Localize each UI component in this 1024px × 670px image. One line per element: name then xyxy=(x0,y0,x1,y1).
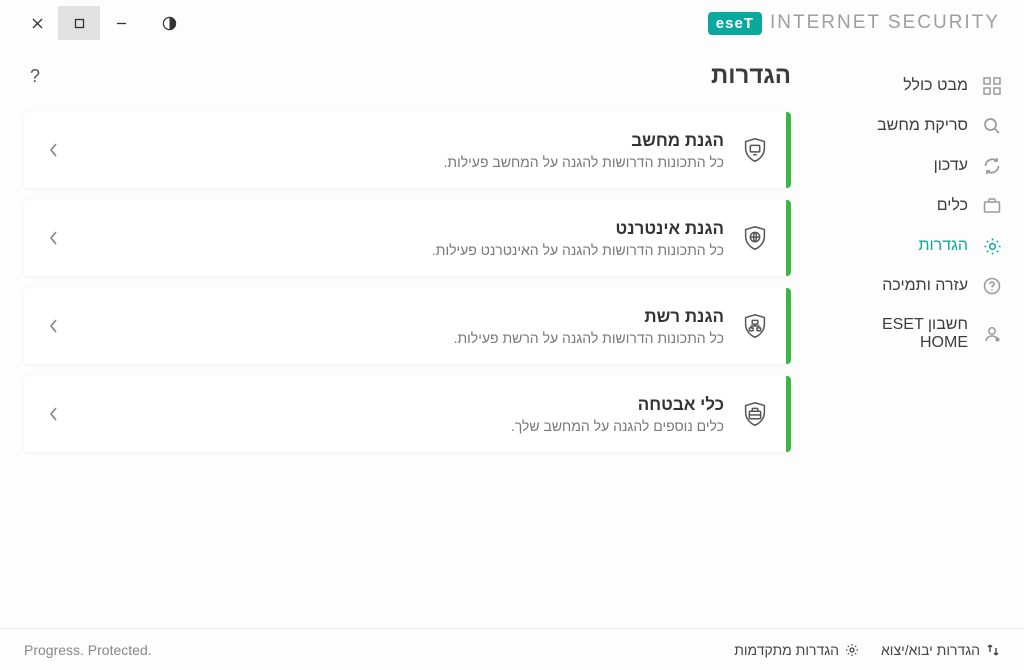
contrast-toggle[interactable] xyxy=(148,6,190,40)
sidebar-item-label: סריקת מחשב xyxy=(877,117,968,135)
import-export-icon xyxy=(986,643,1000,657)
brand-logo: eseT xyxy=(708,12,762,35)
chevron-left-icon xyxy=(24,318,84,334)
brand-name: INTERNET SECURITY xyxy=(770,12,1000,34)
gear-icon xyxy=(845,643,859,657)
sidebar-item-settings[interactable]: הגדרות xyxy=(809,226,1024,266)
brand: eseT INTERNET SECURITY xyxy=(708,12,1024,35)
card-internet-protection[interactable]: הגנת אינטרנט כל התכונות הדרושות להגנה על… xyxy=(24,200,791,276)
footer-link-label: הגדרות יבוא/יצוא xyxy=(881,642,980,658)
minimize-button[interactable] xyxy=(100,6,142,40)
sidebar-item-label: עדכון xyxy=(934,157,968,175)
sidebar-item-label: עזרה ותמיכה xyxy=(882,277,968,295)
card-title: הגנת אינטרנט xyxy=(84,219,724,239)
card-computer-protection[interactable]: הגנת מחשב כל התכונות הדרושות להגנה על המ… xyxy=(24,112,791,188)
footer-tagline: Progress. Protected. xyxy=(24,642,152,658)
footer-import-export[interactable]: הגדרות יבוא/יצוא xyxy=(881,642,1000,658)
card-desc: כלים נוספים להגנה על המחשב שלך. xyxy=(84,418,724,434)
window-controls xyxy=(16,6,142,40)
card-desc: כל התכונות הדרושות להגנה על האינטרנט פעי… xyxy=(84,242,724,258)
card-security-tools[interactable]: כלי אבטחה כלים נוספים להגנה על המחשב שלך… xyxy=(24,376,791,452)
card-network-protection[interactable]: הגנת רשת כל התכונות הדרושות להגנה על הרש… xyxy=(24,288,791,364)
content-header: הגדרות ? xyxy=(24,62,791,90)
card-desc: כל התכונות הדרושות להגנה על הרשת פעילות. xyxy=(84,330,724,346)
sidebar-item-account[interactable]: חשבון ESET HOME xyxy=(809,306,1024,362)
sidebar: מבט כולל סריקת מחשב עדכון כלים הגדרות xyxy=(809,46,1024,628)
footer-advanced-settings[interactable]: הגדרות מתקדמות xyxy=(734,642,859,658)
titlebar: eseT INTERNET SECURITY xyxy=(0,0,1024,46)
sidebar-item-label: כלים xyxy=(937,197,968,215)
network-shield-icon xyxy=(724,311,786,341)
card-desc: כל התכונות הדרושות להגנה על המחשב פעילות… xyxy=(84,154,724,170)
sidebar-item-help[interactable]: עזרה ותמיכה xyxy=(809,266,1024,306)
briefcase-icon xyxy=(982,196,1002,216)
sidebar-item-update[interactable]: עדכון xyxy=(809,146,1024,186)
monitor-shield-icon xyxy=(724,135,786,165)
chevron-left-icon xyxy=(24,406,84,422)
footer: הגדרות יבוא/יצוא הגדרות מתקדמות Progress… xyxy=(0,628,1024,670)
sidebar-item-label: מבט כולל xyxy=(903,77,968,95)
help-icon xyxy=(982,276,1002,296)
chevron-left-icon xyxy=(24,230,84,246)
refresh-icon xyxy=(982,156,1002,176)
status-accent xyxy=(786,112,791,188)
card-title: כלי אבטחה xyxy=(84,395,724,415)
sidebar-item-label: חשבון ESET HOME xyxy=(831,316,968,352)
footer-link-label: הגדרות מתקדמות xyxy=(734,642,839,658)
grid-icon xyxy=(982,76,1002,96)
status-accent xyxy=(786,376,791,452)
sidebar-item-label: הגדרות xyxy=(918,237,968,255)
help-button[interactable]: ? xyxy=(30,66,40,87)
close-button[interactable] xyxy=(16,6,58,40)
gear-icon xyxy=(982,236,1002,256)
search-icon xyxy=(982,116,1002,136)
card-title: הגנת מחשב xyxy=(84,131,724,151)
card-title: הגנת רשת xyxy=(84,307,724,327)
user-icon xyxy=(982,324,1002,344)
status-accent xyxy=(786,200,791,276)
maximize-button[interactable] xyxy=(58,6,100,40)
status-accent xyxy=(786,288,791,364)
page-title: הגדרות xyxy=(711,62,791,90)
chevron-left-icon xyxy=(24,142,84,158)
globe-shield-icon xyxy=(724,223,786,253)
content: הגדרות ? הגנת מחשב כל התכונות הדרושות לה… xyxy=(0,46,809,628)
sidebar-item-scan[interactable]: סריקת מחשב xyxy=(809,106,1024,146)
sidebar-item-tools[interactable]: כלים xyxy=(809,186,1024,226)
toolbox-shield-icon xyxy=(724,399,786,429)
sidebar-item-overview[interactable]: מבט כולל xyxy=(809,66,1024,106)
